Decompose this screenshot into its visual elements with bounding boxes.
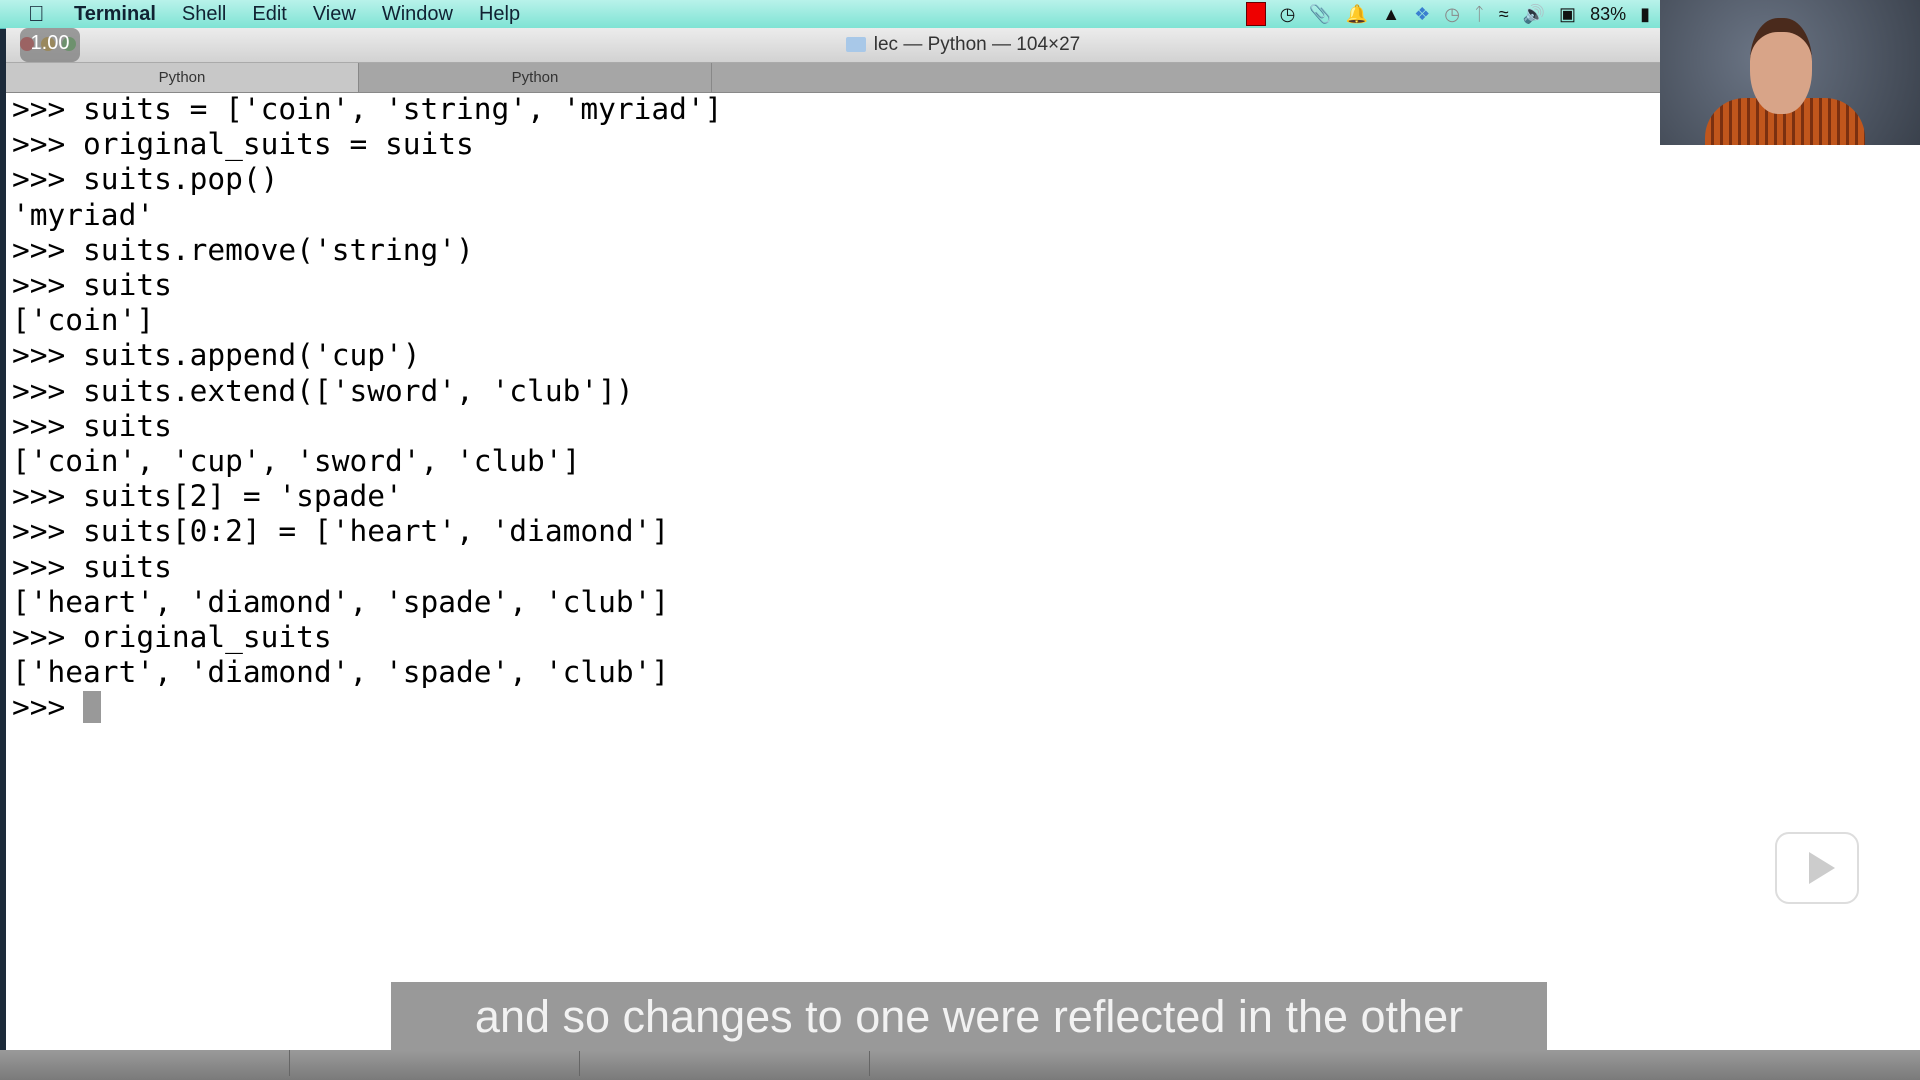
play-button[interactable] xyxy=(1775,832,1859,904)
terminal-line: >>> suits.append('cup') xyxy=(12,338,421,373)
battery-icon[interactable]: ▮ xyxy=(1640,4,1650,25)
wifi-icon[interactable]: ≈ xyxy=(1499,4,1509,25)
subtitle-caption: and so changes to one were reflected in … xyxy=(391,982,1547,1051)
terminal-output[interactable]: >>> suits = ['coin', 'string', 'myriad']… xyxy=(12,92,722,726)
terminal-line: ['heart', 'diamond', 'spade', 'club'] xyxy=(12,584,670,619)
terminal-line: ['coin'] xyxy=(12,303,155,338)
bottom-dock xyxy=(0,1050,1920,1080)
terminal-line: >>> suits.pop() xyxy=(12,162,279,197)
terminal-line: >>> suits.remove('string') xyxy=(12,232,474,267)
clock-app-icon[interactable]: ◷ xyxy=(1280,4,1296,25)
cursor xyxy=(83,691,102,724)
folder-icon xyxy=(845,37,866,52)
terminal-line: >>> suits[0:2] = ['heart', 'diamond'] xyxy=(12,514,670,549)
terminal-line: >>> suits[2] = 'spade' xyxy=(12,479,403,514)
terminal-line: >>> suits.extend(['sword', 'club']) xyxy=(12,373,634,408)
menu-view[interactable]: View xyxy=(313,3,356,26)
prompt: >>> xyxy=(12,690,84,725)
webcam-overlay xyxy=(1660,0,1920,145)
tab-python-1[interactable]: Python xyxy=(6,63,359,92)
window-title-text: lec — Python — 104×27 xyxy=(873,34,1081,55)
terminal-line: >>> suits xyxy=(12,549,172,584)
battery-percent[interactable]: 83% xyxy=(1590,4,1626,25)
terminal-line: >>> suits xyxy=(12,268,172,303)
dropbox-icon[interactable]: ❖ xyxy=(1414,4,1430,25)
input-menu-icon[interactable]: ▣ xyxy=(1559,4,1576,25)
bell-icon[interactable]: 🔔 xyxy=(1346,4,1368,25)
tab-python-2[interactable]: Python xyxy=(359,63,712,92)
recording-icon[interactable] xyxy=(1245,2,1266,26)
terminal-line: >>> suits = ['coin', 'string', 'myriad'] xyxy=(12,92,723,126)
terminal-line: >>> suits xyxy=(12,408,172,443)
menu-app-name[interactable]: Terminal xyxy=(74,3,156,26)
menu-help[interactable]: Help xyxy=(479,3,520,26)
menu-shell[interactable]: Shell xyxy=(182,3,226,26)
tab-bar: Python Python xyxy=(6,63,1920,93)
terminal-window: 1.00 lec — Python — 104×27 Python Python… xyxy=(6,28,1920,1050)
presenter-face xyxy=(1750,18,1812,114)
apple-icon[interactable]:  xyxy=(28,1,50,27)
terminal-line: 'myriad' xyxy=(12,197,155,232)
status-tray: ◷ 📎 🔔 ▲ ❖ ◷ ᛏ ≈ 🔊 ▣ 83% ▮ xyxy=(1245,0,1650,28)
dock-item[interactable] xyxy=(580,1050,870,1076)
paperclip-icon[interactable]: 📎 xyxy=(1309,4,1331,25)
title-bar: 1.00 lec — Python — 104×27 xyxy=(6,28,1920,63)
bluetooth-icon[interactable]: ᛏ xyxy=(1474,4,1485,25)
window-title: lec — Python — 104×27 xyxy=(6,34,1920,56)
terminal-line: >>> original_suits = suits xyxy=(12,127,474,162)
prompt-line[interactable]: >>> xyxy=(12,690,722,725)
google-drive-icon[interactable]: ▲ xyxy=(1382,4,1400,25)
dock-item[interactable] xyxy=(290,1050,580,1076)
menu-bar:  Terminal Shell Edit View Window Help ◷… xyxy=(0,0,1920,29)
terminal-line: ['coin', 'cup', 'sword', 'club'] xyxy=(12,444,581,479)
dock-item[interactable] xyxy=(0,1050,290,1076)
menu-window[interactable]: Window xyxy=(382,3,453,26)
time-machine-icon[interactable]: ◷ xyxy=(1444,4,1460,25)
volume-icon[interactable]: 🔊 xyxy=(1523,4,1545,25)
terminal-line: ['heart', 'diamond', 'spade', 'club'] xyxy=(12,655,670,690)
menu-edit[interactable]: Edit xyxy=(252,3,286,26)
terminal-line: >>> original_suits xyxy=(12,620,332,655)
